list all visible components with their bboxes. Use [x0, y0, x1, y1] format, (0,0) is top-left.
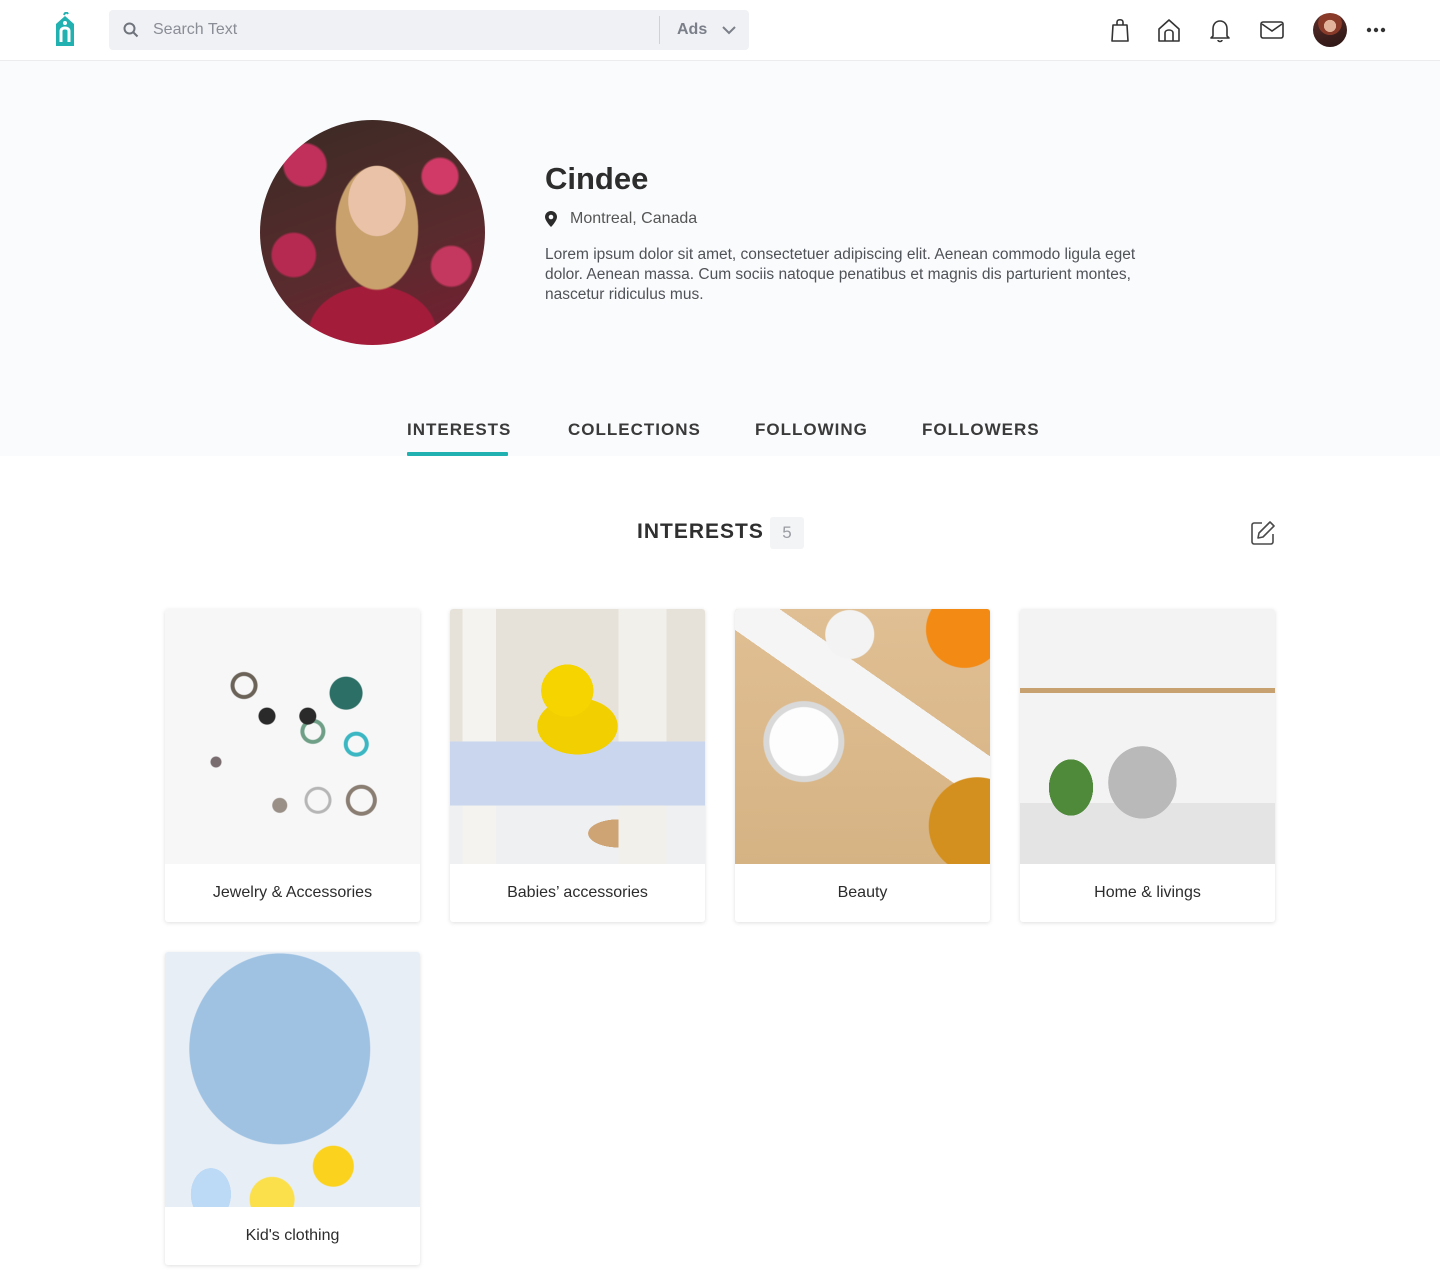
- interest-card[interactable]: Babies’ accessories: [450, 609, 705, 922]
- chevron-down-icon: [722, 26, 736, 35]
- profile-bio: Lorem ipsum dolor sit amet, consectetuer…: [545, 246, 1136, 303]
- search-scope-label: Ads: [677, 21, 708, 38]
- profile-header: Cindee Montreal, Canada Lorem ipsum dolo…: [0, 61, 1440, 456]
- profile-tabs: INTERESTS COLLECTIONS FOLLOWING FOLLOWER…: [0, 416, 1440, 456]
- interest-card[interactable]: Kid's clothing: [165, 952, 420, 1265]
- section-title: INTERESTS: [637, 520, 764, 543]
- interest-image: [165, 609, 420, 864]
- interest-image: [1020, 609, 1275, 864]
- logo-icon[interactable]: [52, 12, 78, 48]
- interest-label: Babies’ accessories: [507, 884, 648, 901]
- interest-image: [450, 609, 705, 864]
- profile-location: Montreal, Canada: [545, 210, 697, 228]
- home-icon[interactable]: [1156, 17, 1182, 43]
- search-bar: Ads: [109, 10, 749, 50]
- tab-interests[interactable]: INTERESTS: [407, 420, 510, 456]
- interest-image: [735, 609, 990, 864]
- profile-location-text: Montreal, Canada: [570, 210, 698, 227]
- profile-photo: [260, 120, 485, 345]
- tab-following[interactable]: FOLLOWING: [755, 420, 867, 456]
- search-icon: [123, 22, 139, 38]
- interest-label: Jewelry & Accessories: [212, 884, 373, 901]
- search-input[interactable]: [153, 10, 653, 50]
- top-bar: Ads: [0, 0, 1440, 61]
- location-pin-icon: [545, 211, 557, 227]
- interest-card[interactable]: Beauty: [735, 609, 990, 922]
- interests-count-badge: 5: [770, 517, 804, 549]
- search-scope-dropdown[interactable]: Ads: [660, 10, 749, 50]
- bell-icon[interactable]: [1207, 17, 1233, 43]
- edit-icon[interactable]: [1250, 520, 1276, 546]
- interest-card[interactable]: Jewelry & Accessories: [165, 609, 420, 922]
- mail-icon[interactable]: [1259, 17, 1285, 43]
- tab-collections[interactable]: COLLECTIONS: [568, 420, 700, 456]
- tab-followers[interactable]: FOLLOWERS: [922, 420, 1039, 456]
- avatar[interactable]: [1313, 13, 1347, 47]
- interest-label: Beauty: [837, 884, 888, 901]
- interest-image: [165, 952, 420, 1207]
- profile-name: Cindee: [545, 161, 649, 196]
- interest-card[interactable]: Home & livings: [1020, 609, 1275, 922]
- bag-icon[interactable]: [1107, 17, 1133, 43]
- more-icon[interactable]: [1366, 22, 1386, 38]
- interest-label: Home & livings: [1094, 884, 1201, 901]
- interest-label: Kid's clothing: [245, 1227, 340, 1244]
